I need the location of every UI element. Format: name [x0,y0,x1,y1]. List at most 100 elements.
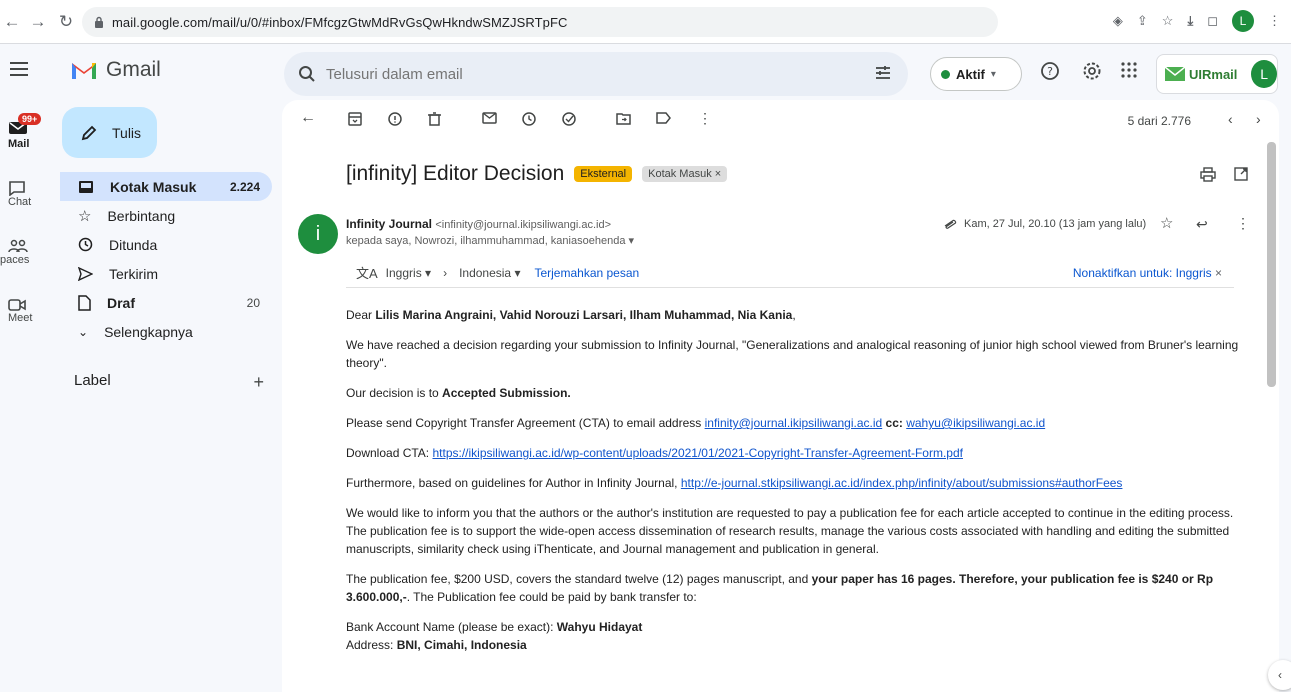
back-to-inbox-icon[interactable]: ← [300,109,316,127]
message-panel: ← ⋮ 5 dari 2.776 ‹ › [infinity] Editor D… [282,100,1279,692]
app-name: Gmail [106,58,161,81]
clock-icon [78,237,93,252]
inbox-label-chip[interactable]: Kotak Masuk × [642,166,728,182]
status-selector[interactable]: Aktif ▾ [930,57,1022,91]
drafts-count: 20 [246,295,260,310]
recipients-dropdown[interactable]: kepada saya, Nowrozi, ilhammuhammad, kan… [346,234,634,247]
organization-badge[interactable]: UIRmail L [1156,54,1278,94]
close-icon: × [1214,265,1222,280]
source-language-select[interactable]: Inggris ▾ [386,266,431,280]
labels-section-header: Label + [74,372,264,393]
open-new-window-icon[interactable] [1234,167,1248,181]
download-icon[interactable]: ⤓ [1187,13,1193,29]
gmail-header: Gmail Aktif ▾ ? UIRmail L [0,44,1291,100]
reload-icon[interactable]: ↻ [54,10,78,34]
guidelines-link[interactable]: http://e-journal.stkipsiliwangi.ac.id/in… [681,476,1123,490]
chat-icon [8,180,50,196]
account-avatar[interactable]: L [1251,60,1277,88]
scrollbar-thumb[interactable] [1267,142,1276,387]
compose-button[interactable]: Tulis [62,107,157,158]
sidebar-item-starred[interactable]: ☆ Berbintang [60,201,272,230]
journal-email-link[interactable]: infinity@journal.ikipsiliwangi.ac.id [705,416,883,430]
spaces-icon [8,238,50,254]
active-status-dot [941,69,950,79]
browser-profile[interactable]: L [1232,10,1254,32]
sender-name[interactable]: Infinity Journal [346,217,432,231]
message-body: Dear Lilis Marina Angraini, Vahid Norouz… [346,306,1246,654]
move-to-folder-icon[interactable] [616,112,631,125]
back-icon[interactable]: ← [0,10,24,34]
delete-trash-icon[interactable] [428,112,441,126]
chevron-left-icon: ‹ [1278,668,1282,682]
browser-menu-icon[interactable]: ⋮ [1268,13,1281,29]
message-more-icon[interactable]: ⋮ [1236,215,1250,232]
sidebar-item-label: Selengkapnya [104,323,193,340]
chevron-left-icon[interactable]: ‹ [1228,111,1233,127]
star-icon: ☆ [78,207,92,225]
subject-row: [infinity] Editor Decision Eksternal Kot… [346,162,728,186]
search-icon[interactable] [298,65,316,83]
translate-icon: 文A [356,266,378,281]
search-options-icon[interactable] [874,64,892,82]
sender-avatar[interactable]: i [298,214,338,254]
inbox-count: 2.224 [229,179,260,194]
address-bar[interactable]: mail.google.com/mail/u/0/#inbox/FMfcgzGt… [82,7,998,37]
rail-meet[interactable]: Meet [0,298,50,324]
settings-gear-icon[interactable] [1082,61,1102,81]
add-to-tasks-icon[interactable] [562,112,578,126]
main-menu-icon[interactable] [10,62,28,76]
browser-bar: ← → ↻ mail.google.com/mail/u/0/#inbox/FM… [0,0,1291,44]
target-language-select[interactable]: Indonesia ▾ [459,266,520,280]
more-options-icon[interactable]: ⋮ [698,110,712,127]
rail-chat[interactable]: Chat [0,180,50,208]
cta-download-link[interactable]: https://ikipsiliwangi.ac.id/wp-content/u… [432,446,962,460]
search-input[interactable] [326,65,846,83]
rail-meet-label: Meet [8,312,33,324]
report-spam-icon[interactable] [388,112,402,126]
svg-text:?: ? [1047,65,1053,78]
draft-file-icon [78,294,91,311]
fee-info-paragraph: We would like to inform you that the aut… [346,506,1234,556]
print-icon[interactable] [1200,167,1216,182]
sidebar-item-label: Berbintang [107,207,176,224]
browser-actions: ◈ ⇪ ☆ ⤓ ◻ L ⋮ [1113,10,1281,32]
window-icon[interactable]: ◻ [1207,13,1218,29]
help-icon[interactable]: ? [1040,61,1060,81]
rail-spaces[interactable]: paces [0,238,50,266]
cc-email-link[interactable]: wahyu@ikipsiliwangi.ac.id [906,416,1045,430]
forward-icon[interactable]: → [26,10,50,34]
share-icon[interactable]: ⇪ [1137,13,1148,29]
gmail-logo[interactable]: Gmail [70,58,161,82]
reply-icon[interactable]: ↩ [1196,216,1208,233]
bookmark-star-icon[interactable]: ☆ [1162,13,1174,29]
apps-grid-icon[interactable] [1120,61,1138,79]
sender-email: <infinity@journal.ikipsiliwangi.ac.id> [435,219,611,231]
sidebar-item-label: Kotak Masuk [110,178,197,195]
side-panel-toggle[interactable]: ‹ [1268,660,1291,690]
message-date: Kam, 27 Jul, 20.10 (13 jam yang lalu) [964,218,1147,230]
snooze-clock-icon[interactable] [522,112,536,126]
download-paragraph: Download CTA: https://ikipsiliwangi.ac.i… [346,446,963,460]
sidebar-item-more[interactable]: ⌄ Selengkapnya [60,317,272,346]
archive-icon[interactable] [348,112,362,126]
uirmail-logo-icon [1165,67,1185,81]
pagination-text: 5 dari 2.776 [1127,114,1191,128]
add-label-button[interactable]: + [253,372,264,393]
translate-message-link[interactable]: Terjemahkan pesan [534,266,639,280]
star-message-icon[interactable]: ☆ [1160,214,1173,232]
chevron-right-icon[interactable]: › [1256,111,1261,127]
sidebar-item-inbox[interactable]: Kotak Masuk 2.224 [60,172,272,201]
greeting: Dear Lilis Marina Angraini, Vahid Norouz… [346,308,796,322]
external-tag: Eksternal [574,166,633,182]
sidebar-item-sent[interactable]: Terkirim [60,259,272,288]
label-tag-icon[interactable] [656,112,671,124]
sidebar-item-drafts[interactable]: Draf 20 [60,288,272,317]
extension-icon[interactable]: ◈ [1113,13,1123,29]
mark-unread-icon[interactable] [482,112,497,124]
send-icon [78,266,93,281]
organization-name: UIRmail [1189,66,1238,82]
attachment-icon [942,219,958,229]
disable-translation-link[interactable]: Nonaktifkan untuk: Inggris × [1073,266,1222,280]
sidebar-item-snoozed[interactable]: Ditunda [60,230,272,259]
message-toolbar: ← ⋮ 5 dari 2.776 ‹ › [282,100,1279,140]
